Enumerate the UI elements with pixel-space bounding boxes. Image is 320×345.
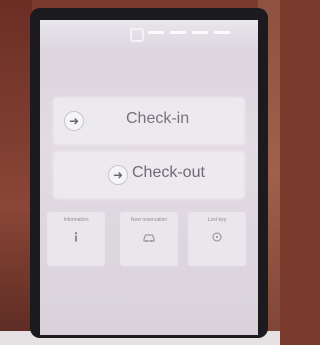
- new-reservation-card[interactable]: New reservation: [120, 212, 178, 266]
- key-icon: [212, 232, 222, 242]
- arrow-right-icon: ➜: [64, 111, 84, 131]
- status-indicator: [148, 31, 164, 34]
- card-title: Lost key: [207, 217, 227, 223]
- tablet-screen: ➜ Check-in ➜ Check-out Information New r…: [40, 20, 258, 335]
- checkout-label: Check-out: [132, 164, 205, 181]
- checkin-label: Check-in: [126, 110, 190, 127]
- card-title: New reservation: [130, 217, 168, 223]
- status-icon: [130, 28, 144, 42]
- logo: [128, 66, 174, 84]
- background-left: [0, 0, 32, 345]
- status-indicator: [170, 31, 186, 34]
- status-indicator: [214, 31, 230, 34]
- checkin-button[interactable]: ➜ Check-in: [54, 98, 244, 144]
- status-indicator: [192, 31, 208, 34]
- card-title: Information: [63, 217, 89, 223]
- lost-key-card[interactable]: Lost key: [188, 212, 246, 266]
- info-icon: [74, 232, 78, 242]
- top-bar: [40, 20, 258, 52]
- information-card[interactable]: Information: [47, 212, 105, 266]
- checkout-button[interactable]: ➜ Check-out: [54, 152, 244, 198]
- car-icon: [143, 234, 155, 242]
- arrow-right-icon: ➜: [108, 165, 128, 185]
